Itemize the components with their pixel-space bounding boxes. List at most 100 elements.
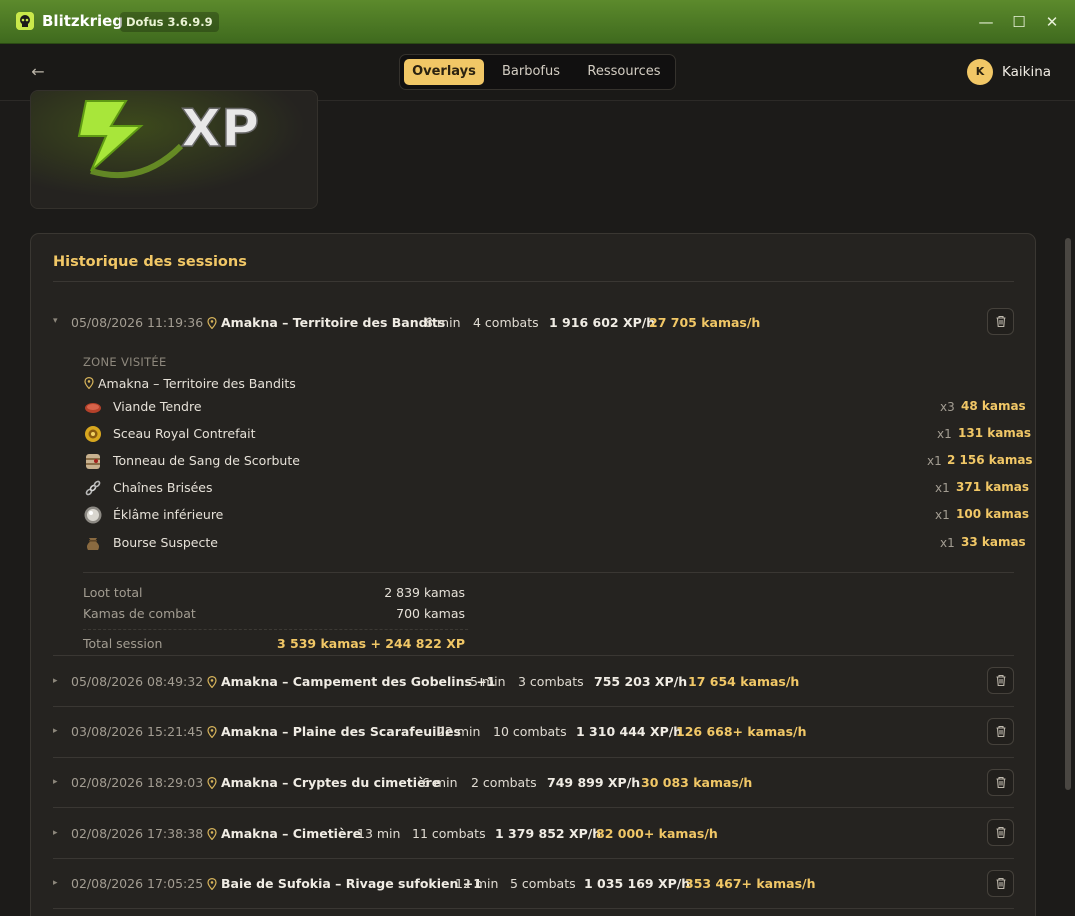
- session-kamas-rate: 82 000+ kamas/h: [596, 826, 718, 841]
- session-row[interactable]: ▸ 02/08/2026 18:29:03 Amakna – Cryptes d…: [31, 758, 1037, 808]
- loot-qty: x1: [935, 508, 950, 522]
- session-fights: 2 combats: [471, 775, 537, 790]
- session-kamas-rate: 126 668+ kamas/h: [676, 724, 807, 739]
- trash-icon: [996, 826, 1006, 839]
- close-button[interactable]: ✕: [1038, 8, 1066, 36]
- loot-qty: x1: [935, 481, 950, 495]
- delete-session-button[interactable]: [987, 718, 1014, 745]
- session-zone: Amakna – Cimetière: [221, 826, 362, 841]
- barrel-icon: [86, 454, 100, 469]
- loot-kamas: 100 kamas: [956, 507, 1030, 521]
- delete-session-button[interactable]: [987, 667, 1014, 694]
- orb-icon: [84, 506, 102, 524]
- session-xp-rate: 749 899 XP/h: [547, 775, 641, 790]
- delete-session-button[interactable]: [987, 308, 1014, 335]
- delete-session-button[interactable]: [987, 769, 1014, 796]
- history-title: Historique des sessions: [53, 254, 247, 270]
- trash-icon: [996, 315, 1006, 328]
- location-pin-icon: [207, 878, 217, 890]
- session-xp-rate: 1 035 169 XP/h: [584, 876, 691, 891]
- session-duration: 5 min: [470, 674, 506, 689]
- session-date: 02/08/2026 18:29:03: [71, 775, 204, 790]
- session-total-label: Total session: [83, 636, 163, 651]
- trash-icon: [996, 725, 1006, 738]
- divider: [53, 908, 1014, 909]
- session-fights: 11 combats: [412, 826, 486, 841]
- chevron-right-icon[interactable]: ▸: [53, 878, 58, 888]
- location-pin-icon: [207, 828, 217, 840]
- chevron-right-icon[interactable]: ▸: [53, 828, 58, 838]
- chevron-right-icon[interactable]: ▸: [53, 777, 58, 787]
- loot-kamas: 33 kamas: [961, 535, 1026, 549]
- loot-name: Viande Tendre: [113, 399, 202, 414]
- location-pin-icon: [207, 676, 217, 688]
- zone-visited-label: ZONE VISITÉE: [83, 355, 167, 369]
- session-zone: Amakna – Territoire des Bandits: [221, 315, 446, 330]
- tab-overlays[interactable]: Overlays: [404, 59, 484, 85]
- loot-qty: x1: [940, 536, 955, 550]
- loot-item: Bourse Suspecte x1 33 kamas: [83, 531, 1026, 555]
- session-date: 05/08/2026 11:19:36: [71, 315, 204, 330]
- session-fights: 4 combats: [473, 315, 539, 330]
- session-xp-rate: 755 203 XP/h: [594, 674, 688, 689]
- session-date: 05/08/2026 08:49:32: [71, 674, 204, 689]
- session-xp-rate: 1 916 602 XP/h: [549, 315, 656, 330]
- session-duration: 22 min: [437, 724, 481, 739]
- session-row[interactable]: ▸ 05/08/2026 08:49:32 Amakna – Campement…: [31, 656, 1037, 706]
- seal-icon: [85, 426, 101, 442]
- back-button[interactable]: ←: [26, 60, 50, 84]
- loot-kamas: 2 156 kamas: [947, 453, 1033, 467]
- tab-ressources[interactable]: Ressources: [577, 59, 671, 85]
- loot-total-label: Loot total: [83, 585, 143, 600]
- chevron-down-icon[interactable]: ▾: [53, 316, 58, 326]
- session-xp-rate: 1 310 444 XP/h: [576, 724, 683, 739]
- chevron-right-icon[interactable]: ▸: [53, 726, 58, 736]
- session-row[interactable]: ▸ 02/08/2026 17:05:25 Baie de Sufokia – …: [31, 859, 1037, 909]
- chevron-right-icon[interactable]: ▸: [53, 676, 58, 686]
- loot-name: Éklâme inférieure: [113, 507, 224, 522]
- fight-kamas-label: Kamas de combat: [83, 606, 196, 621]
- app-name: Blitzkrieg: [42, 12, 124, 30]
- loot-item: Chaînes Brisées x1 371 kamas: [83, 476, 1029, 500]
- session-fights: 3 combats: [518, 674, 584, 689]
- scrollbar-thumb[interactable]: [1065, 238, 1071, 790]
- session-row-expanded[interactable]: ▾ 05/08/2026 11:19:36 Amakna – Territoir…: [31, 297, 1037, 347]
- divider: [53, 281, 1014, 282]
- tab-barbofus[interactable]: Barbofus: [489, 59, 573, 85]
- session-fights: 5 combats: [510, 876, 576, 891]
- app-logo-icon: [16, 12, 34, 30]
- user-name[interactable]: Kaikina: [1002, 64, 1051, 80]
- loot-item: Viande Tendre x3 48 kamas: [83, 395, 1026, 419]
- maximize-button[interactable]: ☐: [1005, 8, 1033, 36]
- loot-item: Tonneau de Sang de Scorbute x1 2 156 kam…: [83, 449, 1033, 473]
- session-zone: Amakna – Campement des Gobelins +1: [221, 674, 496, 689]
- trash-icon: [996, 674, 1006, 687]
- session-duration: 13 min: [357, 826, 401, 841]
- divider: [83, 572, 1014, 573]
- loot-qty: x1: [927, 454, 942, 468]
- version-badge: Dofus 3.6.9.9: [120, 12, 219, 32]
- loot-name: Sceau Royal Contrefait: [113, 426, 256, 441]
- pouch-icon: [87, 538, 99, 550]
- zone-visited-name: Amakna – Territoire des Bandits: [98, 376, 296, 391]
- loot-name: Bourse Suspecte: [113, 535, 218, 550]
- session-zone: Baie de Sufokia – Rivage sufokien +1: [221, 876, 482, 891]
- meat-icon: [85, 403, 101, 413]
- loot-name: Chaînes Brisées: [113, 480, 213, 495]
- xp-logo-icon: XP: [31, 91, 317, 208]
- delete-session-button[interactable]: [987, 819, 1014, 846]
- session-row[interactable]: ▸ 03/08/2026 15:21:45 Amakna – Plaine de…: [31, 707, 1037, 757]
- session-row[interactable]: ▸ 02/08/2026 17:38:38 Amakna – Cimetière…: [31, 808, 1037, 858]
- session-kamas-rate: 17 654 kamas/h: [688, 674, 800, 689]
- delete-session-button[interactable]: [987, 870, 1014, 897]
- session-zone: Amakna – Cryptes du cimetière: [221, 775, 441, 790]
- minimize-button[interactable]: —: [972, 8, 1000, 36]
- xp-banner: XP: [30, 90, 318, 209]
- loot-total-value: 2 839 kamas: [384, 585, 465, 600]
- loot-kamas: 371 kamas: [956, 480, 1030, 494]
- trash-icon: [996, 877, 1006, 890]
- session-duration: 6 min: [422, 775, 458, 790]
- session-date: 02/08/2026 17:05:25: [71, 876, 204, 891]
- location-pin-icon: [207, 317, 217, 329]
- avatar[interactable]: K: [967, 59, 993, 85]
